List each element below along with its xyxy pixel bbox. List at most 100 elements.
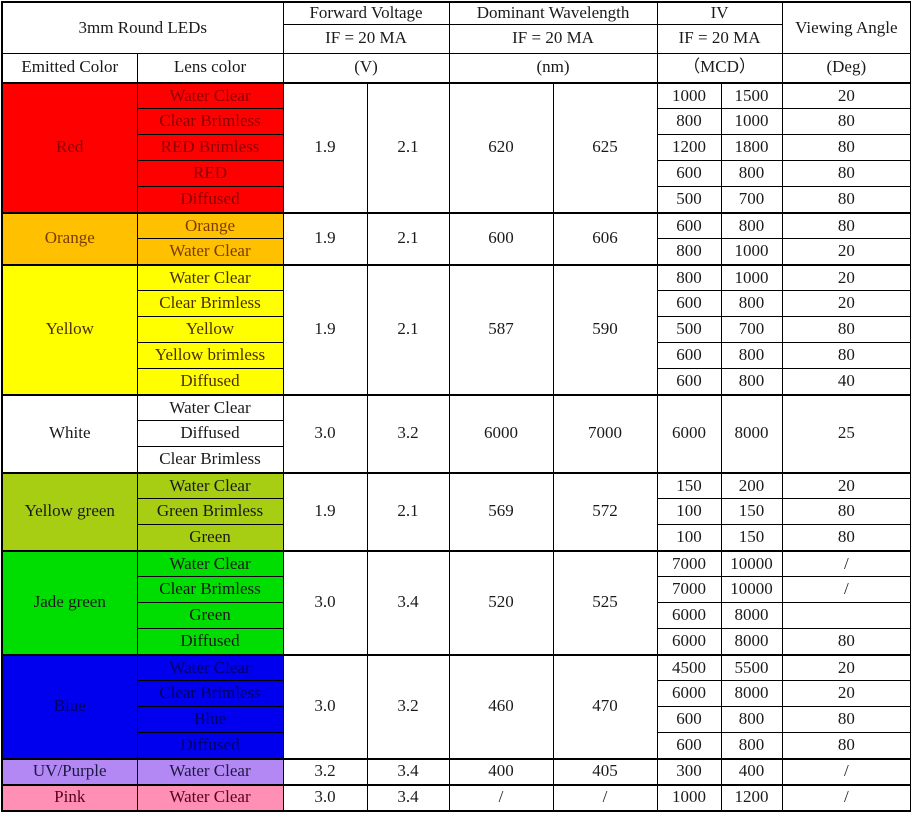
- lens-color-cell: Green: [136, 602, 284, 630]
- iv-min-cell: 1200: [656, 134, 722, 162]
- column-header-forward-voltage: Forward Voltage: [282, 1, 450, 25]
- forward-voltage-min-cell: 3.0: [282, 784, 368, 812]
- lens-color-cell: Yellow: [136, 316, 284, 344]
- iv-max-cell: 1000: [720, 264, 783, 292]
- iv-max-cell: 200: [720, 472, 783, 500]
- wavelength-max-cell: 606: [552, 212, 658, 266]
- iv-max-cell: 10000: [720, 576, 783, 604]
- forward-voltage-max-cell: 2.1: [366, 264, 450, 396]
- table-row: Pink Water Clear 3.0 3.4//1000 1200/: [1, 784, 911, 812]
- column-header-iv: IV: [656, 1, 783, 25]
- emitted-color-cell: Jade green: [1, 550, 138, 656]
- iv-max-cell: 1500: [720, 82, 783, 110]
- viewing-angle-cell: 80: [781, 108, 911, 136]
- wavelength-max-cell: 525: [552, 550, 658, 656]
- lens-color-cell: Diffused: [136, 420, 284, 448]
- lens-color-cell: Green: [136, 524, 284, 552]
- unit-forward-voltage: (V): [282, 52, 450, 84]
- lens-color-cell: Orange: [136, 212, 284, 240]
- table-row: Jade green Water Clear 3.0 3.4 520 525 7000 100…: [1, 550, 911, 656]
- iv-max-cell: 800: [720, 368, 783, 396]
- wavelength-min-cell: 569: [448, 472, 554, 552]
- lens-color-cell: Water Clear: [136, 550, 284, 578]
- wavelength-min-cell: 400: [448, 758, 554, 786]
- iv-max-cell: 1000: [720, 108, 783, 136]
- iv-max-cell: 800: [720, 160, 783, 188]
- iv-min-cell: 800: [656, 238, 722, 266]
- forward-voltage-max-cell: 3.4: [366, 784, 450, 812]
- lens-color-cell: Green Brimless: [136, 498, 284, 526]
- iv-max-cell: 800: [720, 290, 783, 318]
- viewing-angle-cell: [781, 602, 911, 630]
- iv-min-cell: 800: [656, 108, 722, 136]
- iv-max-cell: 10000: [720, 550, 783, 578]
- viewing-angle-cell: 80: [781, 342, 911, 370]
- emitted-color-cell: Yellow: [1, 264, 138, 396]
- iv-min-cell: 150: [656, 472, 722, 500]
- lens-color-cell: Water Clear: [136, 394, 284, 422]
- led-specification-table: 3mm Round LEDs Forward Voltage Dominant …: [1, 1, 911, 812]
- iv-max-cell: 800: [720, 342, 783, 370]
- table-row: Red Water Clear 1.9 2.1 620 625 1000 1500 20: [1, 82, 911, 214]
- iv-min-cell: 600: [656, 212, 722, 240]
- lens-color-cell: Diffused: [136, 368, 284, 396]
- wavelength-min-cell: 6000: [448, 394, 554, 474]
- viewing-angle-cell: 80: [781, 628, 911, 656]
- unit-viewing-angle: (Deg): [781, 52, 911, 84]
- iv-min-cell: 800: [656, 264, 722, 292]
- forward-voltage-min-cell: 3.2: [282, 758, 368, 786]
- forward-voltage-min-cell: 1.9: [282, 212, 368, 266]
- forward-voltage-min-cell: 1.9: [282, 472, 368, 552]
- wavelength-max-cell: 7000: [552, 394, 658, 474]
- lens-color-cell: Diffused: [136, 732, 284, 760]
- viewing-angle-cell: 20: [781, 264, 911, 292]
- viewing-angle-cell: 80: [781, 524, 911, 552]
- iv-min-cell: 100: [656, 498, 722, 526]
- iv-min-cell: 500: [656, 186, 722, 214]
- viewing-angle-cell: 20: [781, 290, 911, 318]
- iv-max-cell: 5500: [720, 654, 783, 682]
- iv-max-cell: 8000: [720, 680, 783, 708]
- wavelength-max-cell: /: [552, 784, 658, 812]
- viewing-angle-cell: 40: [781, 368, 911, 396]
- forward-voltage-max-cell: 2.1: [366, 472, 450, 552]
- emitted-color-cell: Yellow green: [1, 472, 138, 552]
- unit-dominant-wavelength: (nm): [448, 52, 658, 84]
- emitted-color-cell: Pink: [1, 784, 138, 812]
- table-row: Yellow green Water Clear 1.9 2.1 569 572 150 20…: [1, 472, 911, 552]
- iv-min-cell: 500: [656, 316, 722, 344]
- viewing-angle-cell: 20: [781, 654, 911, 682]
- lens-color-cell: Diffused: [136, 186, 284, 214]
- iv-min-cell: 1000: [656, 784, 722, 812]
- viewing-angle-cell: /: [781, 576, 911, 604]
- forward-voltage-min-cell: 3.0: [282, 550, 368, 656]
- iv-max-cell: 800: [720, 212, 783, 240]
- forward-voltage-max-cell: 3.2: [366, 394, 450, 474]
- iv-max-cell: 800: [720, 732, 783, 760]
- lens-color-cell: Clear Brimless: [136, 680, 284, 708]
- iv-min-cell: 300: [656, 758, 722, 786]
- table-row: Orange Orange 1.9 2.1 600 606 600 800 80: [1, 212, 911, 266]
- iv-min-cell: 6000: [656, 680, 722, 708]
- lens-color-cell: RED: [136, 160, 284, 188]
- column-header-dominant-wavelength: Dominant Wavelength: [448, 1, 658, 25]
- lens-color-cell: Clear Brimless: [136, 446, 284, 474]
- iv-min-cell: 600: [656, 290, 722, 318]
- lens-color-cell: Diffused: [136, 628, 284, 656]
- forward-voltage-min-cell: 3.0: [282, 394, 368, 474]
- table-row: Yellow Water Clear 1.9 2.1 587 590 800 1000 20: [1, 264, 911, 396]
- iv-min-cell: 100: [656, 524, 722, 552]
- wavelength-max-cell: 590: [552, 264, 658, 396]
- forward-voltage-min-cell: 1.9: [282, 82, 368, 214]
- viewing-angle-cell: 80: [781, 134, 911, 162]
- iv-max-cell: 8000: [720, 394, 783, 474]
- condition-dominant-wavelength: IF = 20 MA: [448, 23, 658, 54]
- wavelength-max-cell: 625: [552, 82, 658, 214]
- forward-voltage-max-cell: 2.1: [366, 212, 450, 266]
- iv-min-cell: 600: [656, 368, 722, 396]
- iv-min-cell: 7000: [656, 550, 722, 578]
- wavelength-max-cell: 405: [552, 758, 658, 786]
- viewing-angle-cell: 20: [781, 680, 911, 708]
- iv-max-cell: 700: [720, 316, 783, 344]
- viewing-angle-cell: 20: [781, 472, 911, 500]
